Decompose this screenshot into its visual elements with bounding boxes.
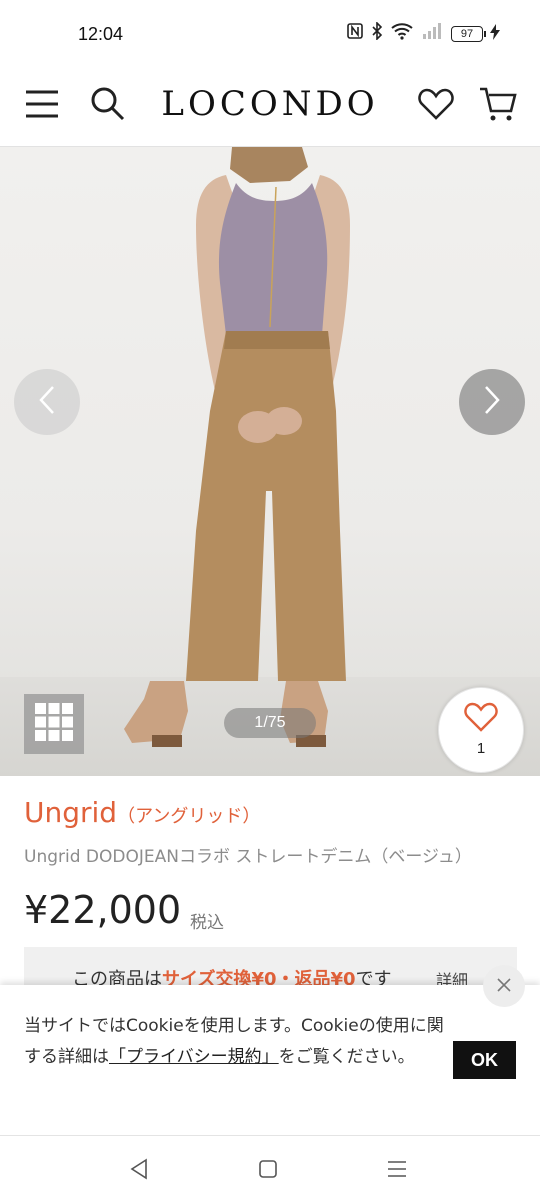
status-icons: 97 — [347, 21, 500, 45]
site-logo[interactable]: LOCONDO — [150, 80, 390, 128]
search-icon[interactable] — [86, 82, 130, 126]
brand-kana[interactable]: （アングリッド） — [117, 806, 260, 827]
favorite-count: 1 — [476, 740, 486, 757]
battery-indicator: 97 — [451, 23, 500, 44]
signal-icon — [421, 22, 443, 45]
status-time: 12:04 — [78, 24, 124, 44]
chevron-right-icon — [482, 385, 502, 419]
status-bar: 12:04 97 — [0, 0, 540, 68]
back-icon[interactable] — [122, 1152, 156, 1186]
menu-icon[interactable] — [20, 82, 64, 126]
cookie-close-button[interactable] — [483, 965, 525, 1007]
favorite-button[interactable]: 1 — [438, 687, 524, 773]
grid-icon — [34, 702, 74, 746]
charging-icon — [490, 23, 500, 44]
nfc-icon — [347, 23, 363, 44]
tax-label: 税込 — [190, 913, 224, 933]
product-title: Ungrid DODOJEANコラボ ストレートデニム（ベージュ） — [24, 847, 472, 867]
bluetooth-icon — [371, 21, 383, 45]
heart-icon[interactable] — [414, 82, 458, 126]
site-header: LOCONDO — [0, 68, 540, 147]
close-icon — [497, 977, 511, 996]
image-counter: 1/75 — [224, 708, 316, 738]
cookie-banner: 当サイトではCookieを使用します。Cookieの使用に関する詳細は「プライバ… — [0, 965, 540, 1135]
battery-level: 97 — [451, 25, 483, 42]
privacy-policy-link[interactable]: 「プライバシー規約」 — [109, 1047, 279, 1067]
previous-image-button[interactable] — [14, 369, 80, 435]
image-grid-button[interactable] — [24, 694, 84, 754]
recents-icon[interactable] — [380, 1152, 414, 1186]
product-image-gallery[interactable]: 1/75 1 — [0, 147, 540, 776]
cookie-ok-button[interactable]: OK — [453, 1041, 516, 1079]
cart-icon[interactable] — [476, 82, 520, 126]
wifi-icon — [391, 22, 413, 45]
chevron-left-icon — [37, 385, 57, 419]
heart-outline-icon — [464, 702, 498, 736]
home-icon[interactable] — [251, 1152, 285, 1186]
next-image-button[interactable] — [459, 369, 525, 435]
brand-name[interactable]: Ungrid（アングリッド） — [24, 796, 260, 829]
product-price: ¥22,000 — [24, 888, 182, 932]
model-photo — [124, 147, 350, 747]
system-nav-bar — [0, 1135, 540, 1201]
cookie-message: 当サイトではCookieを使用します。Cookieの使用に関する詳細は「プライバ… — [24, 1011, 444, 1073]
cookie-text-after: をご覧ください。 — [278, 1047, 415, 1067]
brand-label[interactable]: Ungrid — [24, 796, 117, 829]
